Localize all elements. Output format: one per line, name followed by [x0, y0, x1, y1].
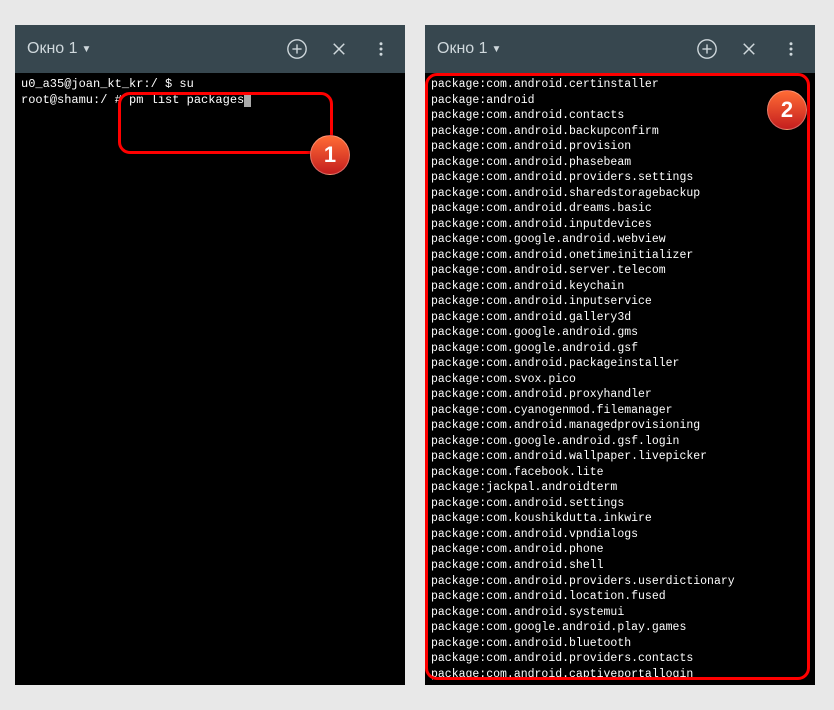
package-line: package:com.facebook.lite [431, 465, 809, 481]
package-line: package:com.android.gallery3d [431, 310, 809, 326]
package-line: package:com.android.phasebeam [431, 155, 809, 171]
package-line: package:com.android.certinstaller [431, 77, 809, 93]
annotation-badge: 1 [310, 135, 350, 175]
package-line: package:com.google.android.webview [431, 232, 809, 248]
package-line: package:com.google.android.gsf [431, 341, 809, 357]
package-line: package:com.android.captiveportallogin [431, 667, 809, 683]
menu-icon[interactable] [779, 37, 803, 61]
package-line: package:com.android.settings [431, 496, 809, 512]
package-line: package:com.koushikdutta.inkwire [431, 511, 809, 527]
package-line: package:com.android.managedprovisioning [431, 418, 809, 434]
cursor-icon [244, 94, 251, 107]
package-line: package:com.android.keychain [431, 279, 809, 295]
phone-left: Окно 1 ▼ u0_a35@joan_kt_kr:/ $ su root@s… [15, 25, 405, 685]
package-line: package:com.google.android.gms [431, 325, 809, 341]
window-title-text: Окно 1 [27, 40, 78, 58]
package-line: package:com.android.provision [431, 139, 809, 155]
package-line: package:com.android.inputservice [431, 294, 809, 310]
package-line: package:com.android.phone [431, 542, 809, 558]
package-line: package:com.android.location.fused [431, 589, 809, 605]
close-icon[interactable] [327, 37, 351, 61]
package-line: package:com.google.android.play.games [431, 620, 809, 636]
chevron-down-icon: ▼ [82, 44, 92, 55]
header-actions [285, 37, 393, 61]
package-line: package:com.android.providers.settings [431, 170, 809, 186]
package-line: package:android [431, 93, 809, 109]
package-line: package:com.svox.pico [431, 372, 809, 388]
terminal-output[interactable]: package:com.android.certinstallerpackage… [425, 73, 815, 685]
package-line: package:com.android.sharedstoragebackup [431, 186, 809, 202]
package-line: package:com.android.shell [431, 558, 809, 574]
package-line: package:com.android.server.telecom [431, 263, 809, 279]
annotation-badge: 2 [767, 90, 807, 130]
package-line: package:com.android.providers.userdictio… [431, 574, 809, 590]
package-line: package:com.android.packageinstaller [431, 356, 809, 372]
phone-right: Окно 1 ▼ package:com.android.certinstall… [425, 25, 815, 685]
package-line: package:com.android.vpndialogs [431, 527, 809, 543]
package-line: package:com.android.contacts [431, 108, 809, 124]
add-window-icon[interactable] [285, 37, 309, 61]
package-line: package:jackpal.androidterm [431, 480, 809, 496]
package-line: package:com.android.inputdevices [431, 217, 809, 233]
window-selector[interactable]: Окно 1 ▼ [27, 40, 285, 58]
package-line: package:com.android.backupconfirm [431, 124, 809, 140]
menu-icon[interactable] [369, 37, 393, 61]
package-line: package:com.android.providers.contacts [431, 651, 809, 667]
package-line: package:com.android.onetimeinitializer [431, 248, 809, 264]
package-line: package:com.android.systemui [431, 605, 809, 621]
header-actions [695, 37, 803, 61]
add-window-icon[interactable] [695, 37, 719, 61]
package-line: package:com.android.dreams.basic [431, 201, 809, 217]
package-line: package:com.cyanogenmod.filemanager [431, 403, 809, 419]
terminal-header: Окно 1 ▼ [425, 25, 815, 73]
package-line: package:com.android.proxyhandler [431, 387, 809, 403]
window-title-text: Окно 1 [437, 40, 488, 58]
terminal-line: root@shamu:/ # pm list packages [21, 93, 399, 109]
terminal-line: u0_a35@joan_kt_kr:/ $ su [21, 77, 399, 93]
close-icon[interactable] [737, 37, 761, 61]
terminal-header: Окно 1 ▼ [15, 25, 405, 73]
package-line: package:com.google.android.gsf.login [431, 434, 809, 450]
package-line: package:com.android.bluetooth [431, 636, 809, 652]
window-selector[interactable]: Окно 1 ▼ [437, 40, 695, 58]
package-line: package:com.android.wallpaper.livepicker [431, 449, 809, 465]
chevron-down-icon: ▼ [492, 44, 502, 55]
